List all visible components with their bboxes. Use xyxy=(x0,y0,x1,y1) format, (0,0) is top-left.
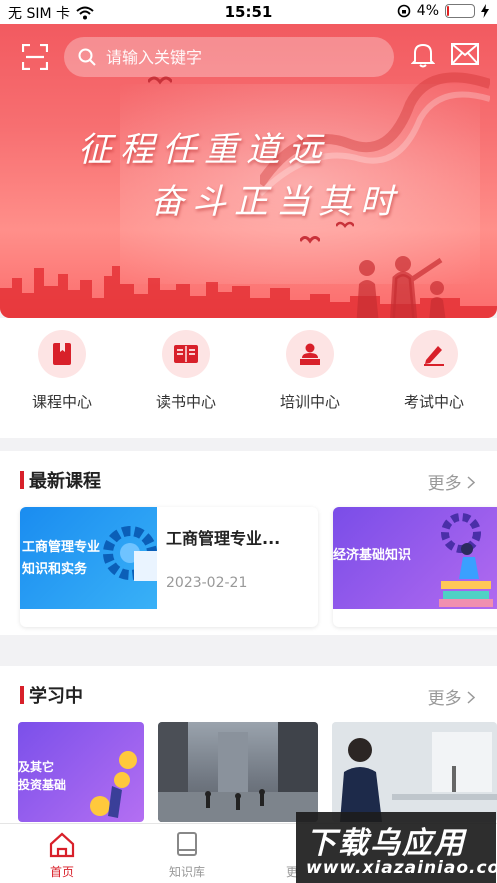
tab-label: 知识库 xyxy=(168,865,205,879)
book-icon xyxy=(177,832,197,856)
quick-entry-label: 读书中心 xyxy=(155,393,216,411)
section-title: 学习中 xyxy=(29,686,83,707)
course-date: 2023-02-21 xyxy=(166,575,248,591)
learning-card[interactable] xyxy=(332,722,497,822)
course-thumbnail: 工商管理专业 知识和实务 xyxy=(20,507,157,609)
banner-slogan-line2: 奋斗正当其时 xyxy=(150,182,402,222)
bell-icon[interactable] xyxy=(411,42,435,68)
people-silhouette-graphic xyxy=(356,256,446,318)
scan-icon[interactable] xyxy=(22,44,48,70)
orientation-lock-icon xyxy=(397,4,411,18)
hero-banner[interactable]: 征程任重道远 奋斗正当其时 xyxy=(0,24,497,318)
search-icon xyxy=(78,48,96,66)
book-icon xyxy=(53,343,71,365)
latest-courses-more-link[interactable]: 更多 xyxy=(428,469,476,494)
chevron-right-icon xyxy=(467,691,476,704)
course-thumbnail: 经济基础知识 xyxy=(333,507,497,609)
bird-graphic xyxy=(336,221,354,228)
gear-icon xyxy=(103,526,157,581)
tab-home[interactable]: 首页 xyxy=(22,832,102,880)
site-watermark: 下载乌应用 www.xiazainiao.com xyxy=(296,812,497,883)
search-bar[interactable] xyxy=(64,37,394,77)
battery-icon xyxy=(445,4,475,18)
learning-thumbnail-text: 及其它 投资基础 xyxy=(18,760,67,792)
office-woman-photo xyxy=(332,722,497,822)
latest-courses-section: 最新课程 更多 工商管理专业 知识和实务 工商管理专业... 2023-02-2… xyxy=(0,451,497,635)
learning-card[interactable]: 及其它 投资基础 xyxy=(18,722,144,822)
course-card[interactable]: 经济基础知识 xyxy=(333,507,497,627)
course-thumbnail-text: 工商管理专业 知识和实务 xyxy=(22,540,101,577)
watermark-url: www.xiazainiao.com xyxy=(306,858,497,878)
quick-entry-panel: 课程中心 读书中心 培训中心 考试中心 xyxy=(0,318,497,438)
search-input[interactable] xyxy=(106,47,366,67)
quick-entry-label: 课程中心 xyxy=(31,393,92,411)
banner-slogan-line1: 征程任重道远 xyxy=(78,130,330,170)
quick-entry-label: 考试中心 xyxy=(403,393,464,411)
section-accent-bar xyxy=(20,471,24,489)
tab-knowledge-base[interactable]: 知识库 xyxy=(147,832,227,880)
quick-entry-exam-center[interactable]: 考试中心 xyxy=(384,330,484,412)
quick-entry-course-center[interactable]: 课程中心 xyxy=(12,330,112,412)
reading-person-graphic xyxy=(439,513,493,607)
city-street-photo xyxy=(158,722,318,822)
course-title: 工商管理专业... xyxy=(166,529,281,548)
course-thumbnail-text: 经济基础知识 xyxy=(333,548,412,563)
learning-card[interactable] xyxy=(158,722,318,822)
mail-icon[interactable] xyxy=(451,43,479,65)
open-book-icon xyxy=(174,345,198,363)
chevron-right-icon xyxy=(467,476,476,489)
learning-section: 学习中 更多 及其它 投资基础 xyxy=(0,666,497,826)
course-card[interactable]: 工商管理专业 知识和实务 工商管理专业... 2023-02-21 xyxy=(20,507,318,627)
battery-percent: 4% xyxy=(416,3,439,19)
charging-icon xyxy=(481,4,489,18)
section-accent-bar xyxy=(20,686,24,704)
pencil-icon xyxy=(424,346,444,366)
tab-label: 首页 xyxy=(49,865,74,879)
section-title: 最新课程 xyxy=(29,471,101,492)
home-icon xyxy=(49,832,75,858)
lecturer-icon xyxy=(300,343,320,365)
bird-graphic xyxy=(148,76,172,85)
quick-entry-training-center[interactable]: 培训中心 xyxy=(260,330,360,412)
watermark-title: 下载乌应用 xyxy=(306,826,466,861)
quick-entry-label: 培训中心 xyxy=(279,393,340,411)
coins-graphic xyxy=(90,751,137,818)
status-bar: 无 SIM 卡 15:51 4% xyxy=(0,0,497,24)
quick-entry-reading-center[interactable]: 读书中心 xyxy=(136,330,236,412)
learning-more-link[interactable]: 更多 xyxy=(428,684,476,709)
